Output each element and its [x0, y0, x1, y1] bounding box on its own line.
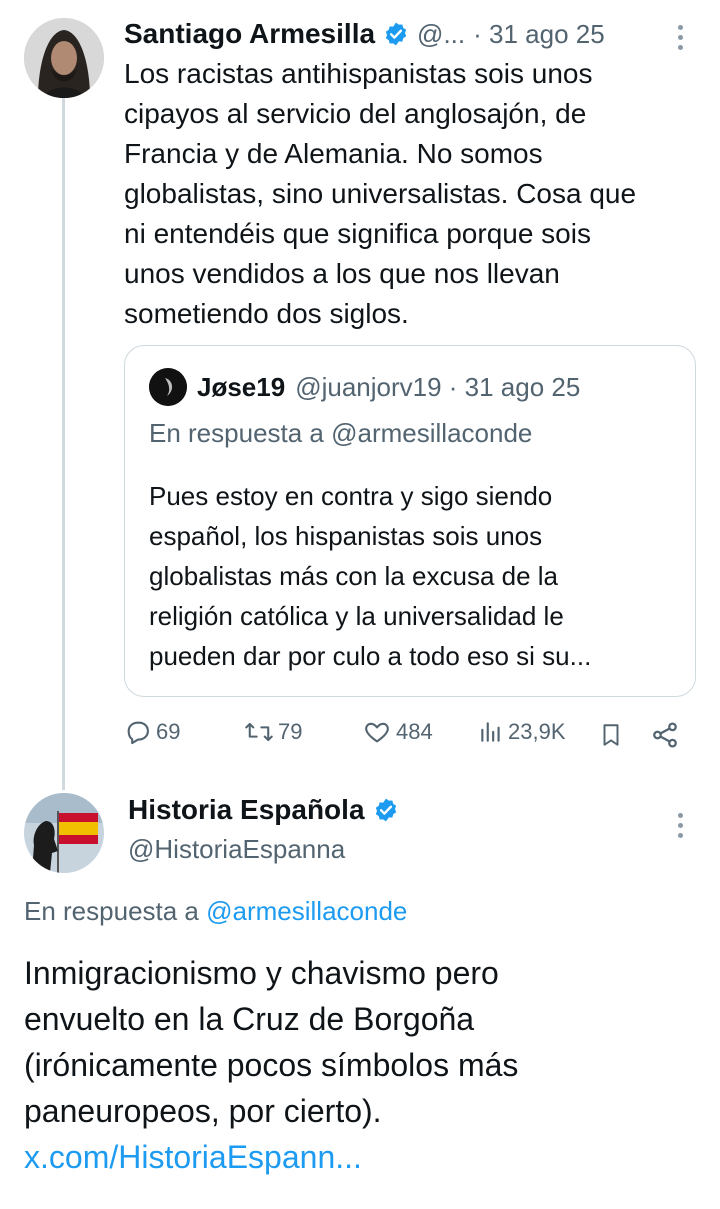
author-handle[interactable]: @...	[417, 19, 465, 50]
verified-badge-icon	[375, 798, 396, 822]
author-name[interactable]: Santiago Armesilla	[124, 18, 375, 50]
tweet-text-line: ni entendéis que significa porque sois	[124, 218, 591, 249]
more-options-icon[interactable]	[677, 813, 683, 838]
quote-text-line: globalistas más con la excusa de la	[149, 561, 559, 591]
author-name[interactable]: Historia Española	[128, 794, 365, 826]
reply-to-line: En respuesta a @armesillaconde	[24, 896, 407, 927]
like-count: 484	[396, 719, 433, 744]
retweet-count: 79	[278, 719, 303, 744]
quote-author-name: Jøse19	[197, 371, 286, 402]
quote-reply-to: En respuesta a @armesillaconde	[149, 418, 533, 448]
tweet-text-line: paneuropeos, por cierto).	[24, 1093, 382, 1129]
tweet2-header: Historia Española	[128, 794, 399, 826]
tweet-text-line: cipayos al servicio del anglosajón, de	[124, 98, 587, 129]
views-count: 23,9K	[508, 719, 566, 744]
reply-icon	[127, 721, 149, 745]
quote-text-line: pueden dar por culo a todo eso si su...	[149, 641, 592, 671]
bookmark-icon	[603, 724, 619, 746]
reply-handle-link[interactable]: @armesillaconde	[206, 896, 407, 926]
avatar-historia[interactable]	[24, 793, 104, 873]
views-icon	[481, 722, 500, 742]
more-options-icon[interactable]	[677, 25, 683, 50]
tweet1-header: Santiago Armesilla @... · 31 ago 25	[124, 14, 684, 54]
tweet-time[interactable]: · 31 ago 25	[473, 19, 605, 50]
tweet2-text: Inmigracionismo y chavismo pero envuelto…	[24, 950, 704, 1180]
tweet-text-line: Francia y de Alemania. No somos	[124, 138, 543, 169]
quoted-tweet[interactable]: Jøse19 @juanjorv19 · 31 ago 25 En respue…	[124, 345, 696, 697]
retweet-button[interactable]: 79	[244, 718, 302, 746]
quote-text-line: español, los hispanistas sois unos	[149, 521, 543, 551]
quote-header: Jøse19 @juanjorv19 · 31 ago 25	[149, 368, 580, 406]
retweet-icon	[245, 722, 273, 742]
reply-count: 69	[156, 719, 181, 744]
views-button[interactable]: 23,9K	[478, 718, 566, 746]
tweet-text-line: unos vendidos a los que nos llevan	[124, 258, 560, 289]
thread-line	[62, 98, 65, 790]
tweet-text-line: (irónicamente pocos símbolos más	[24, 1047, 519, 1083]
tweet-text-line: Inmigracionismo y chavismo pero	[24, 955, 499, 991]
heart-icon	[365, 722, 389, 743]
share-button[interactable]	[650, 720, 680, 755]
avatar-santiago[interactable]	[24, 18, 104, 98]
tweet-text-line: globalistas, sino universalistas. Cosa q…	[124, 178, 637, 209]
tweet1-text: Los racistas antihispanistas sois unos c…	[124, 54, 704, 334]
verified-badge-icon	[385, 22, 407, 46]
share-icon	[653, 722, 677, 748]
quote-text-line: Pues estoy en contra y sigo siendo	[149, 481, 553, 511]
quote-avatar	[149, 368, 187, 406]
like-button[interactable]: 484	[362, 718, 433, 746]
bookmark-button[interactable]	[598, 720, 624, 755]
reply-button[interactable]: 69	[124, 718, 180, 746]
quote-handle-time: @juanjorv19 · 31 ago 25	[295, 371, 581, 402]
quote-text-line: religión católica y la universalidad le	[149, 601, 564, 631]
author-handle[interactable]: @HistoriaEspanna	[128, 834, 345, 865]
tweet-text-line: sometiendo dos siglos.	[124, 298, 409, 329]
tweet-text-line: envuelto en la Cruz de Borgoña	[24, 1001, 475, 1037]
tweet-link[interactable]: x.com/HistoriaEspann...	[24, 1134, 704, 1180]
quote-text: Pues estoy en contra y sigo siendo españ…	[149, 476, 679, 676]
tweet-text-line: Los racistas antihispanistas sois unos	[124, 58, 593, 89]
reply-prefix: En respuesta a	[24, 896, 207, 926]
